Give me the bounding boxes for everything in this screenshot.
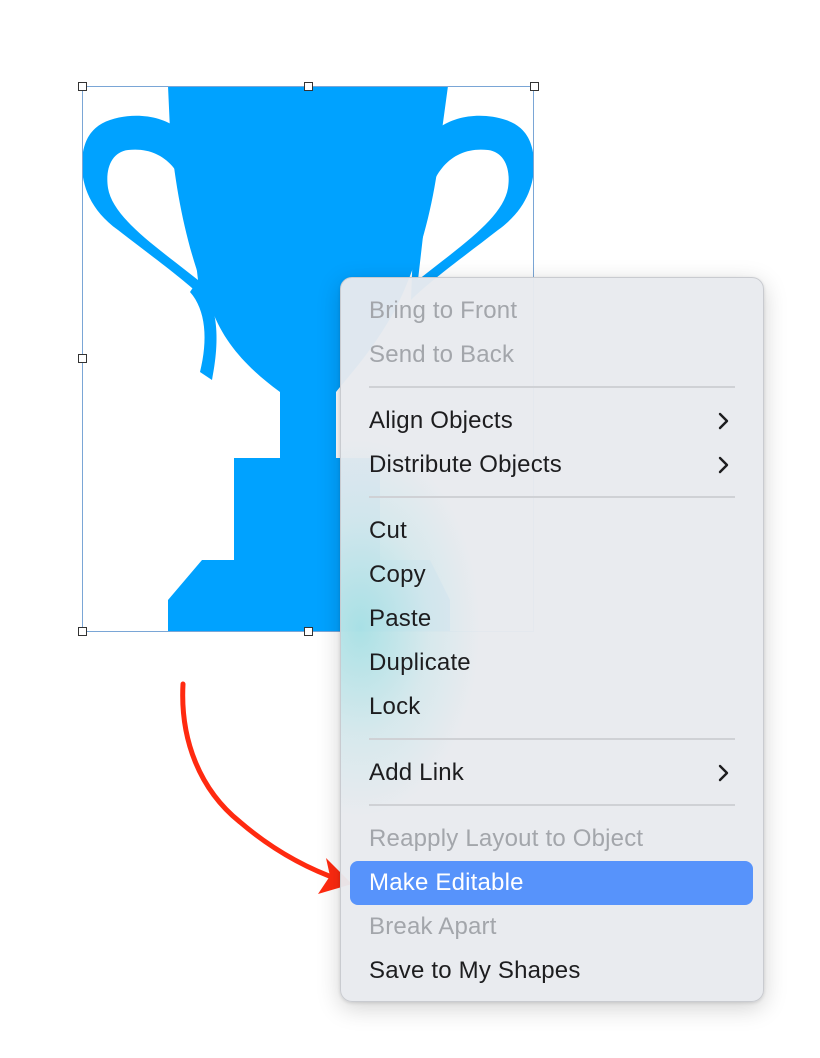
menu-item-lock[interactable]: Lock [350,685,753,729]
menu-item-label: Lock [369,693,421,720]
menu-item-distribute-objects[interactable]: Distribute Objects [350,443,753,487]
menu-item-label: Align Objects [369,407,513,434]
menu-item-align-objects[interactable]: Align Objects [350,399,753,443]
menu-item-label: Duplicate [369,649,471,676]
menu-item-save-to-my-shapes[interactable]: Save to My Shapes [350,949,753,993]
menu-item-label: Make Editable [369,869,524,896]
menu-item-label: Reapply Layout to Object [369,825,644,852]
menu-item-bring-to-front[interactable]: Bring to Front [350,289,753,333]
menu-item-copy[interactable]: Copy [350,553,753,597]
menu-item-label: Send to Back [369,341,515,368]
menu-item-add-link[interactable]: Add Link [350,751,753,795]
menu-separator [369,738,735,740]
menu-item-label: Add Link [369,759,464,786]
menu-item-label: Break Apart [369,913,497,940]
menu-item-label: Cut [369,517,407,544]
menu-item-label: Save to My Shapes [369,957,581,984]
menu-item-break-apart[interactable]: Break Apart [350,905,753,949]
menu-item-label: Distribute Objects [369,451,562,478]
menu-item-reapply-layout[interactable]: Reapply Layout to Object [350,817,753,861]
menu-separator [369,386,735,388]
menu-separator [369,496,735,498]
menu-item-send-to-back[interactable]: Send to Back [350,333,753,377]
menu-item-label: Copy [369,561,426,588]
chevron-right-icon [718,456,729,474]
menu-item-duplicate[interactable]: Duplicate [350,641,753,685]
menu-separator [369,804,735,806]
menu-item-paste[interactable]: Paste [350,597,753,641]
menu-item-cut[interactable]: Cut [350,509,753,553]
context-menu: Bring to Front Send to Back Align Object… [340,277,764,1002]
chevron-right-icon [718,412,729,430]
chevron-right-icon [718,764,729,782]
menu-item-label: Bring to Front [369,297,518,324]
menu-item-label: Paste [369,605,432,632]
menu-item-make-editable[interactable]: Make Editable [350,861,753,905]
